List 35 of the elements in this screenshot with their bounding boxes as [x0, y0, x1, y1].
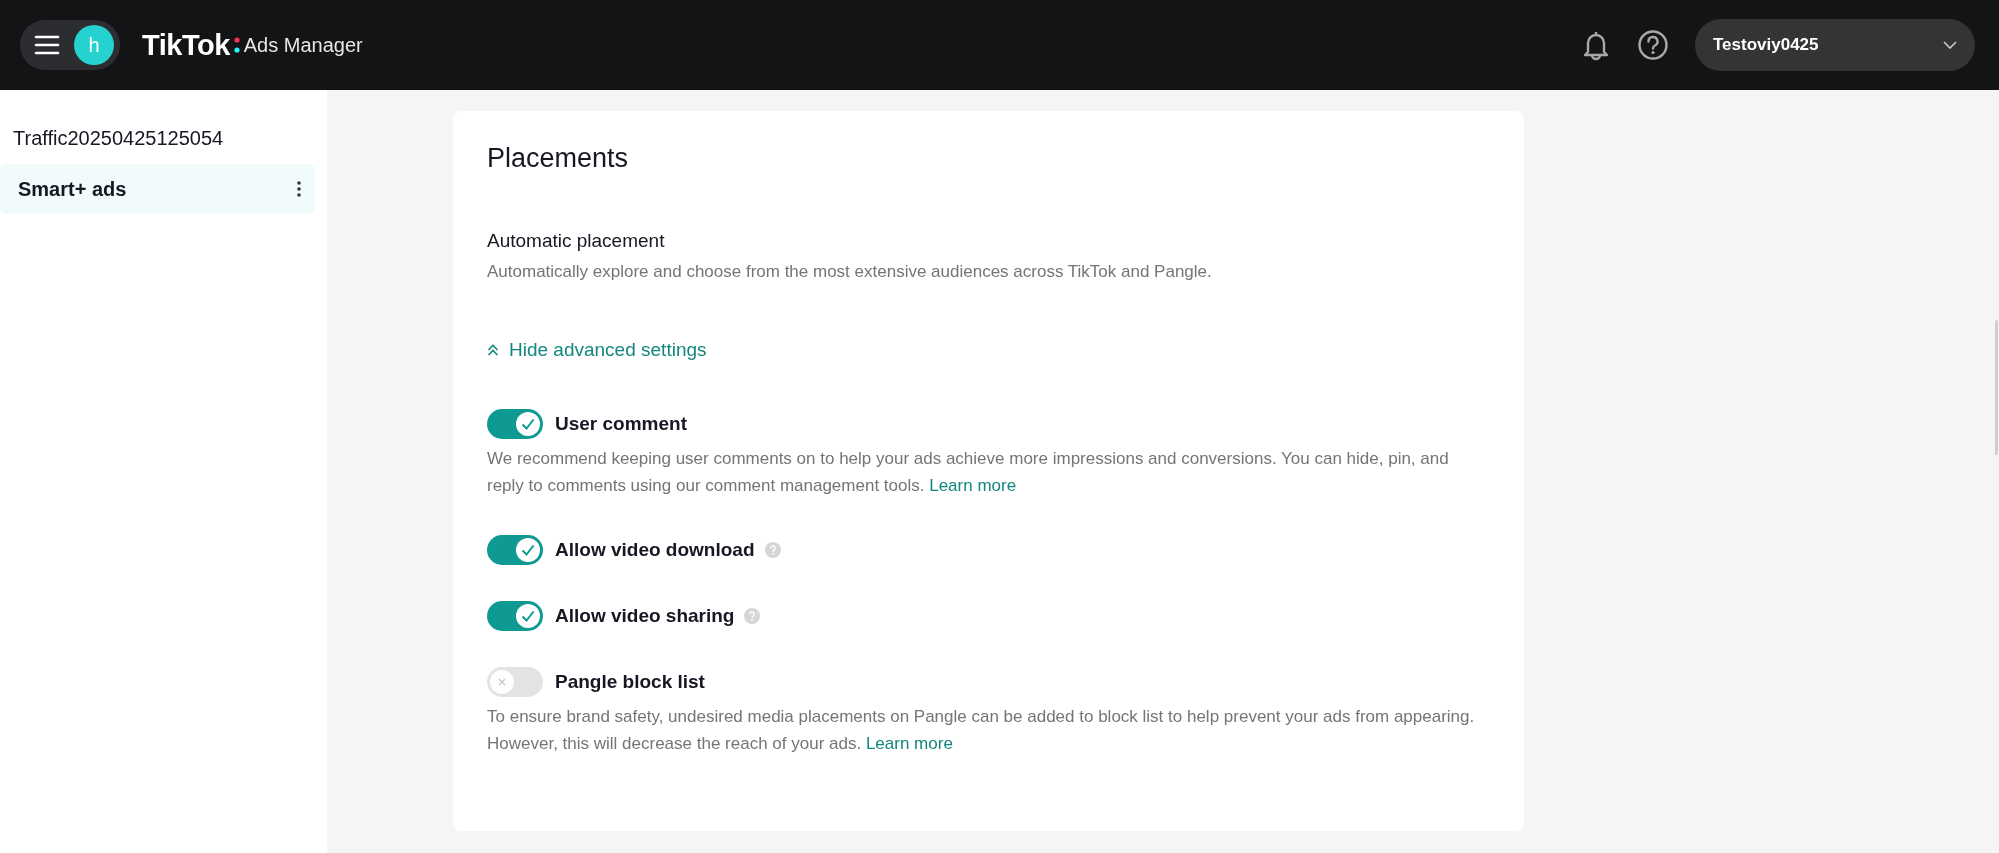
chevron-down-icon [1943, 41, 1957, 49]
section-title: Placements [487, 143, 629, 174]
sidebar-item-label: Smart+ ads [18, 177, 127, 201]
setting-label: Allow video download [555, 539, 755, 561]
setting-label: User comment [555, 413, 687, 435]
placement-label: Automatic placement [487, 230, 665, 252]
learn-more-link[interactable]: Learn more [865, 734, 953, 753]
toggle-switch[interactable] [487, 409, 543, 439]
placement-description: Automatically explore and choose from the most extensive audiences across TikTok and Pangle. [487, 261, 1213, 283]
brand-logo: TikTok [142, 28, 230, 62]
setting-label: Pangle block list [555, 671, 705, 693]
account-dropdown[interactable]: Testoviy0425 [1695, 19, 1975, 71]
advanced-settings-toggle[interactable]: Hide advanced settings [487, 339, 707, 361]
check-icon [521, 610, 535, 622]
setting-label: Allow video sharing [555, 605, 735, 627]
help-icon[interactable] [1637, 29, 1669, 61]
check-icon [521, 544, 535, 556]
toggle-switch[interactable] [487, 667, 543, 697]
menu-icon [34, 35, 60, 55]
double-chevron-up-icon [487, 344, 499, 356]
setting-description: To ensure brand safety, undesired media placements on Pangle can be added to block list to help prevent your ads from appearing. However, this will decrease the reach of your ads. Learn more [487, 706, 1476, 755]
dots-icon [233, 36, 240, 54]
check-icon [521, 418, 535, 430]
learn-more-link[interactable]: Learn more [929, 476, 1017, 495]
sidebar-item[interactable]: Smart+ ads [0, 164, 315, 214]
close-icon [497, 677, 507, 687]
toggle-switch[interactable] [487, 601, 543, 631]
menu-button[interactable] [34, 35, 60, 55]
campaign-name: Traffic20250425125054 [13, 127, 224, 150]
more-options-icon[interactable] [297, 181, 301, 197]
toggle-switch[interactable] [487, 535, 543, 565]
scrollbar[interactable] [1995, 320, 1998, 455]
product-name: Ads Manager [243, 33, 363, 57]
setting-description: We recommend keeping user comments on to help your ads achieve more impressions and conversions. You can hide, pin, and reply to comments using our comment management tools. Learn more [487, 448, 1450, 497]
notification-bell-icon[interactable] [1581, 29, 1611, 61]
